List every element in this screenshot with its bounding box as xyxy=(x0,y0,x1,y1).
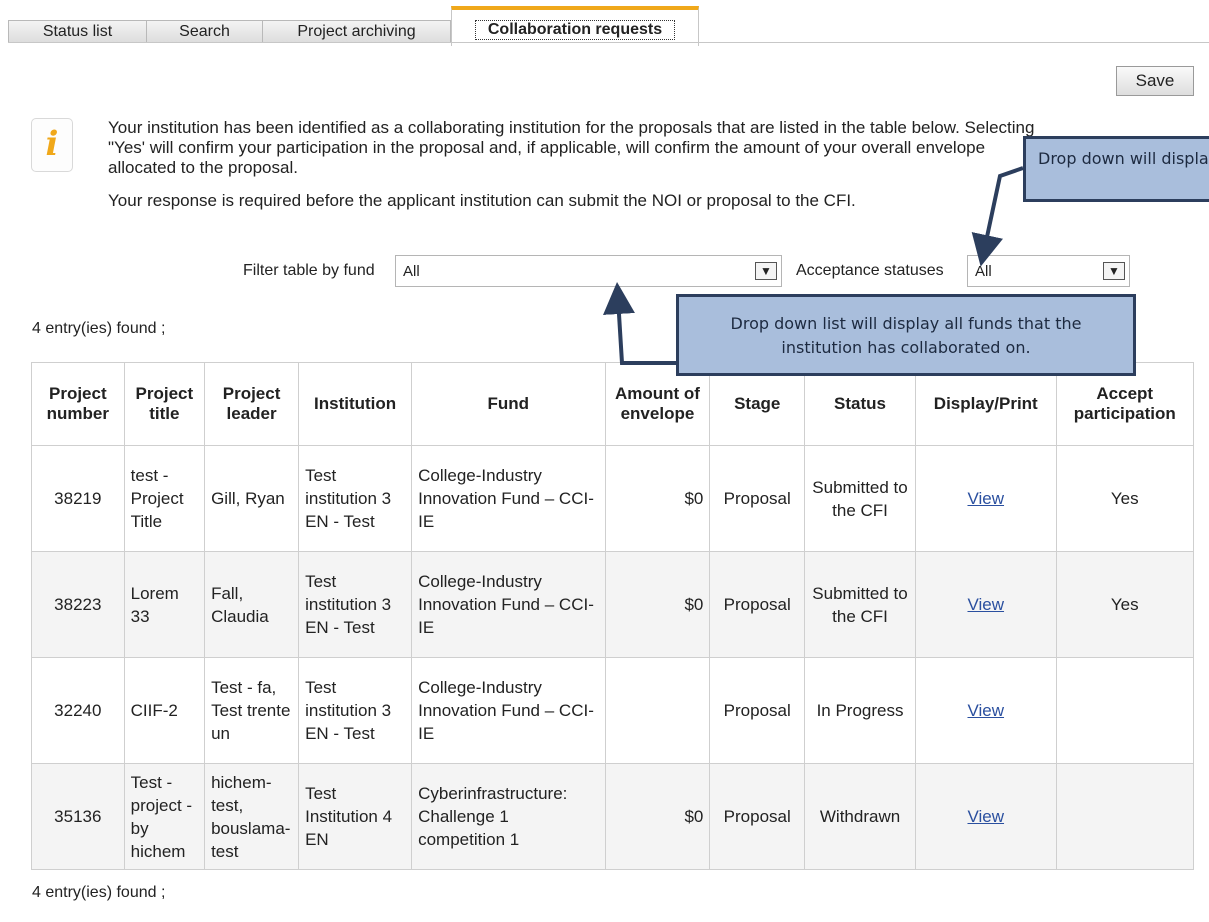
callout-arrows xyxy=(603,166,1024,365)
arrow-to-fund-select xyxy=(603,282,676,365)
arrow-to-acceptance-select xyxy=(971,166,1024,267)
